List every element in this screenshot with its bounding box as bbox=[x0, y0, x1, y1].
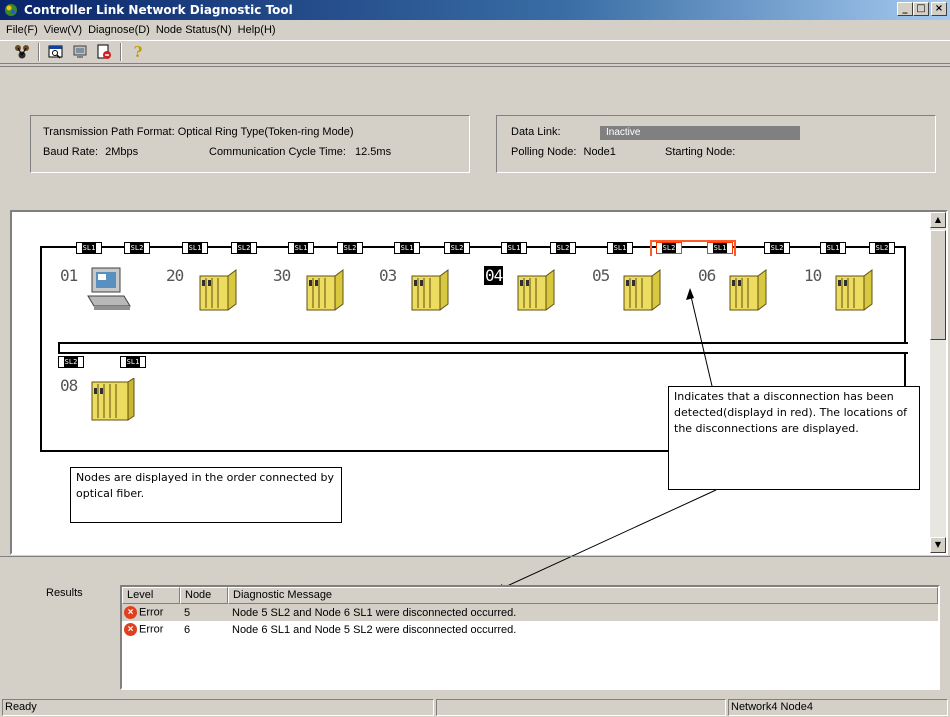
polling-node-value: Node1 bbox=[583, 146, 616, 158]
row-node: 6 bbox=[184, 623, 191, 636]
path-format-label: Transmission Path Format: bbox=[43, 126, 175, 138]
row-message: Node 5 SL2 and Node 6 SL1 were disconnec… bbox=[232, 606, 517, 619]
scroll-thumb[interactable] bbox=[930, 230, 946, 340]
toolbar-separator bbox=[120, 43, 122, 61]
status-text: Ready bbox=[2, 698, 434, 716]
menu-file[interactable]: File(F) bbox=[6, 24, 44, 36]
baud-rate-value: 2Mbps bbox=[105, 146, 139, 158]
row-message: Node 6 SL1 and Node 5 SL2 were disconnec… bbox=[232, 623, 517, 636]
network-diagnose-icon[interactable] bbox=[12, 42, 32, 62]
monitor-icon[interactable] bbox=[70, 42, 90, 62]
help-glyph: ? bbox=[133, 43, 143, 61]
baud-rate-label: Baud Rate: bbox=[43, 146, 99, 158]
status-bar: Ready Network4 Node4 bbox=[0, 697, 950, 717]
row-level: Error bbox=[139, 623, 164, 636]
polling-node-label: Polling Node: bbox=[511, 146, 577, 158]
datalink-label: Data Link: bbox=[511, 126, 561, 138]
datalink-info-box: Data Link: Inactive Polling Node: Node1 … bbox=[496, 115, 936, 173]
path-format-value: Optical Ring Type(Token-ring Mode) bbox=[177, 126, 354, 138]
network-info-area: Transmission Path Format: Optical Ring T… bbox=[0, 66, 950, 206]
error-icon: × bbox=[124, 623, 137, 636]
minimize-button[interactable]: _ bbox=[897, 2, 913, 16]
results-table[interactable]: Level Node Diagnostic Message × Error 5 N… bbox=[120, 585, 940, 690]
column-header-message[interactable]: Diagnostic Message bbox=[228, 587, 938, 604]
starting-node-label: Starting Node: bbox=[665, 146, 736, 158]
table-row[interactable]: × Error 5 Node 5 SL2 and Node 6 SL1 were … bbox=[122, 604, 938, 621]
window-title: Controller Link Network Diagnostic Tool bbox=[24, 3, 293, 17]
close-button[interactable]: × bbox=[931, 2, 947, 16]
menu-bar: File(F) View(V) Diagnose(D) Node Status(… bbox=[0, 20, 950, 39]
row-level: Error bbox=[139, 606, 164, 619]
error-icon: × bbox=[124, 606, 137, 619]
results-area: Results Level Node Diagnostic Message × E… bbox=[0, 556, 950, 694]
transmission-info-box: Transmission Path Format: Optical Ring T… bbox=[30, 115, 470, 173]
status-middle bbox=[436, 698, 726, 716]
results-label: Results bbox=[46, 587, 83, 599]
scroll-down-button[interactable]: ▼ bbox=[930, 537, 946, 553]
toolbar: ? bbox=[0, 40, 950, 64]
search-window-icon[interactable] bbox=[46, 42, 66, 62]
help-icon[interactable]: ? bbox=[128, 42, 148, 62]
menu-view[interactable]: View(V) bbox=[44, 24, 88, 36]
menu-help[interactable]: Help(H) bbox=[238, 24, 282, 36]
row-node: 5 bbox=[184, 606, 191, 619]
menu-diagnose[interactable]: Diagnose(D) bbox=[88, 24, 156, 36]
scroll-up-button[interactable]: ▲ bbox=[930, 212, 946, 228]
title-bar[interactable]: Controller Link Network Diagnostic Tool … bbox=[0, 0, 950, 20]
network-diagram-pane[interactable]: SL1 SL2 SL1 SL2 SL1 SL2 SL1 SL2 SL1 SL2 … bbox=[10, 210, 948, 555]
datalink-status: Inactive bbox=[600, 126, 800, 140]
column-header-level[interactable]: Level bbox=[122, 587, 180, 604]
maximize-button[interactable]: □ bbox=[913, 2, 929, 16]
results-header: Level Node Diagnostic Message bbox=[122, 587, 938, 604]
status-network-node: Network4 Node4 bbox=[728, 698, 948, 716]
table-row[interactable]: × Error 6 Node 6 SL1 and Node 5 SL2 were … bbox=[122, 621, 938, 638]
column-header-node[interactable]: Node bbox=[180, 587, 228, 604]
app-icon bbox=[4, 3, 18, 17]
annotation-arrows bbox=[686, 288, 713, 387]
menu-node-status[interactable]: Node Status(N) bbox=[156, 24, 238, 36]
cycle-time-label: Communication Cycle Time: bbox=[209, 146, 346, 158]
cycle-time-value: 12.5ms bbox=[355, 146, 392, 158]
app-window: Controller Link Network Diagnostic Tool … bbox=[0, 0, 950, 717]
report-icon[interactable] bbox=[94, 42, 114, 62]
vertical-scrollbar[interactable]: ▲ ▼ bbox=[930, 212, 946, 553]
toolbar-separator bbox=[38, 43, 40, 61]
